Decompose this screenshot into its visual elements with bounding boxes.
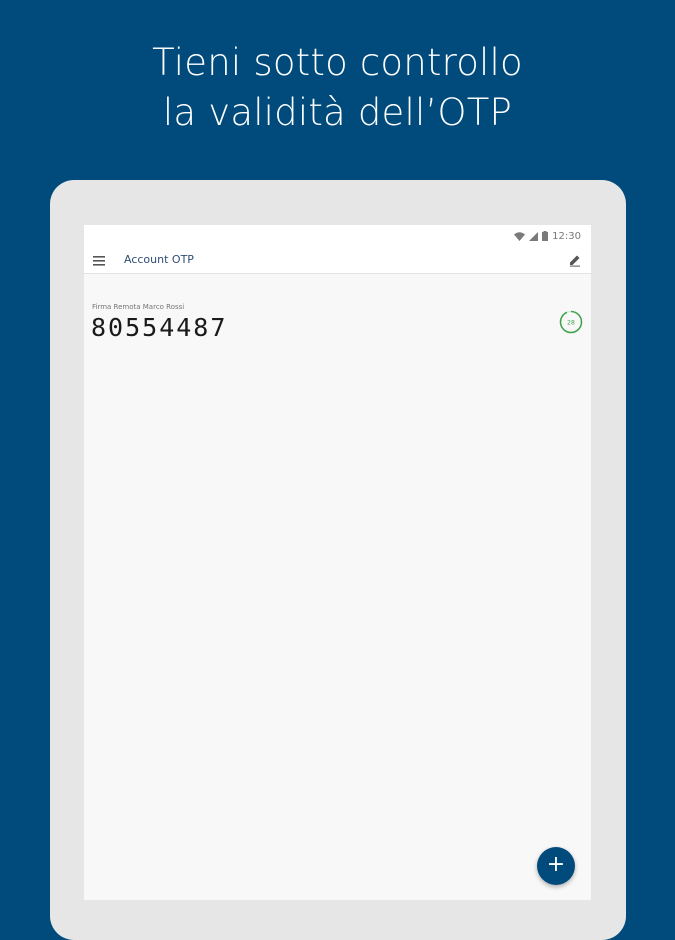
headline: Tieni sotto controllo la validità dell’O… bbox=[0, 38, 675, 138]
menu-icon[interactable] bbox=[92, 254, 106, 266]
add-icon: + bbox=[546, 852, 566, 877]
otp-timer: 28 bbox=[559, 310, 583, 334]
signal-icon bbox=[529, 231, 539, 241]
battery-icon bbox=[542, 231, 549, 241]
status-icons: 12:30 bbox=[514, 230, 581, 242]
toolbar-title: Account OTP bbox=[124, 253, 194, 266]
wifi-icon bbox=[514, 231, 526, 241]
headline-line-2: la validità dell’OTP bbox=[162, 91, 513, 134]
add-button[interactable]: + bbox=[537, 847, 575, 885]
otp-account-label: Firma Remota Marco Rossi bbox=[92, 303, 185, 311]
app-screen: 12:30 Account OTP Firma Remota Marco Ros… bbox=[84, 225, 591, 900]
otp-code: 80554487 bbox=[91, 313, 228, 342]
status-bar: 12:30 bbox=[84, 225, 591, 247]
edit-icon[interactable] bbox=[568, 253, 582, 267]
otp-list-item[interactable]: Firma Remota Marco Rossi 80554487 28 bbox=[84, 297, 591, 347]
headline-line-1: Tieni sotto controllo bbox=[152, 41, 523, 84]
toolbar: Account OTP bbox=[84, 247, 591, 274]
otp-timer-value: 28 bbox=[567, 320, 575, 327]
status-time: 12:30 bbox=[552, 230, 581, 242]
